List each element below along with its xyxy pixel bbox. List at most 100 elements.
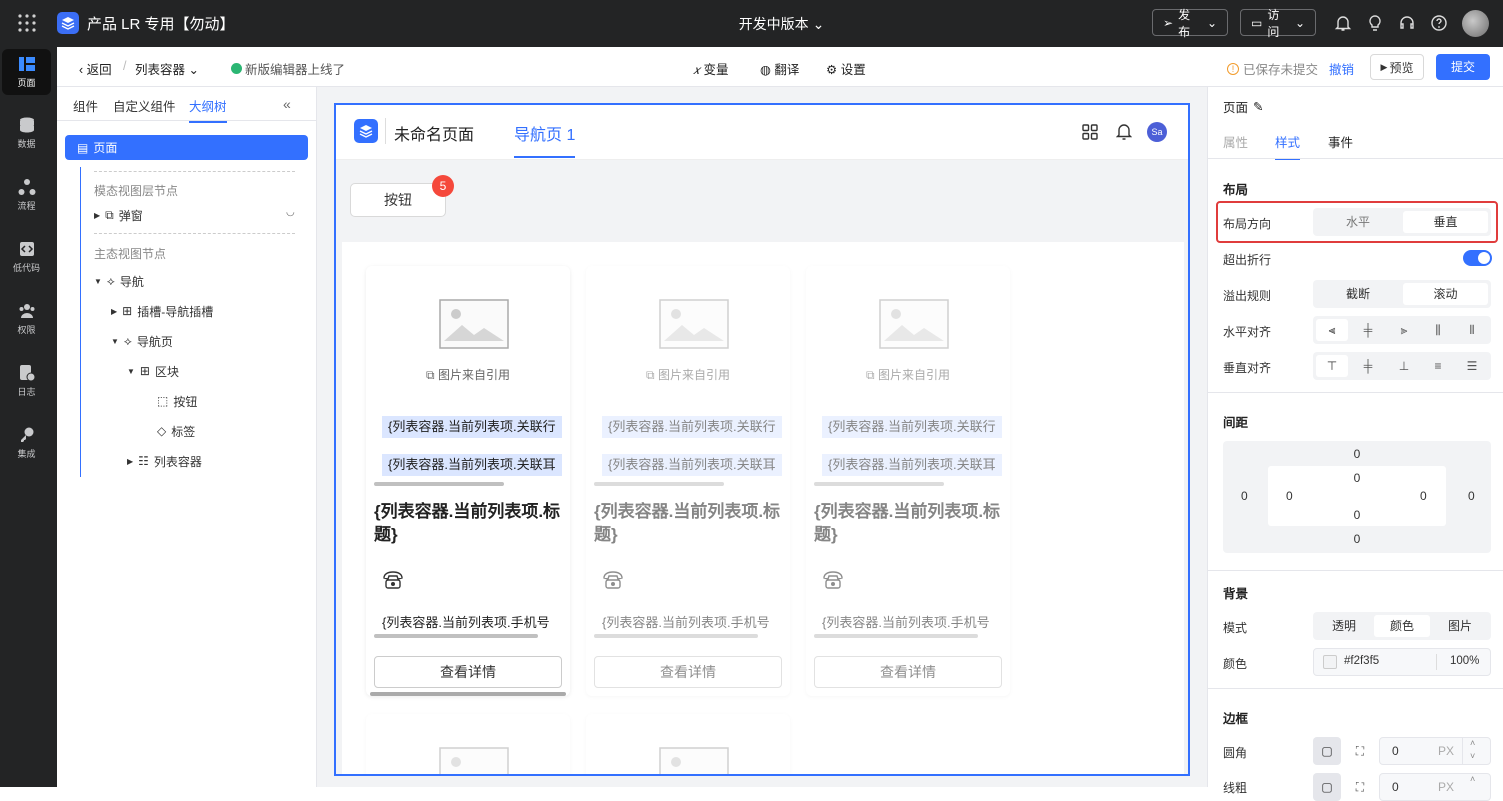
horizontal-scrollbar[interactable] [374, 634, 538, 638]
tree-node-block[interactable]: ▼ ⊞ 区块 [127, 359, 179, 383]
overflow-scroll[interactable]: 滚动 [1403, 283, 1488, 305]
nav-item-lowcode[interactable]: 低代码 [2, 234, 51, 280]
margin-top[interactable]: 0 [1223, 447, 1491, 461]
valign-middle-icon[interactable]: ╪ [1351, 355, 1385, 377]
horizontal-scrollbar[interactable] [594, 634, 758, 638]
horizontal-scrollbar[interactable] [594, 482, 724, 486]
breadcrumb-current[interactable]: 列表容器 ⌄ [135, 59, 199, 78]
radius-input[interactable]: 0 PX ˄ ˅ [1379, 737, 1491, 765]
bg-color-input[interactable]: #f2f3f5 100% [1313, 648, 1491, 676]
tree-node-popup[interactable]: ▶ ⧉ 弹窗 [94, 203, 143, 227]
tree-node-navpage[interactable]: ▼ ⟡ 导航页 [111, 329, 173, 353]
wrap-toggle[interactable] [1463, 250, 1492, 266]
padding-bottom[interactable]: 0 [1268, 508, 1446, 522]
edit-pencil-icon[interactable]: ✎ [1253, 99, 1263, 114]
collapse-panel-icon[interactable]: « [283, 96, 291, 112]
radius-individual-icon[interactable]: ⛶ [1346, 737, 1374, 765]
list-card[interactable] [366, 714, 570, 774]
stroke-individual-icon[interactable]: ⛶ [1346, 773, 1374, 801]
publish-button[interactable]: ➢ 发布 ⌄ [1152, 8, 1228, 39]
stepper-down-icon[interactable]: ˅ [1470, 751, 1475, 761]
halign-space-around-icon[interactable]: ⦀ [1455, 319, 1489, 341]
halign-space-between-icon[interactable]: ⫼ [1421, 319, 1455, 341]
tree-node-nav[interactable]: ▼ ⟡ 导航 [94, 269, 144, 293]
variable-button[interactable]: 𝑥 变量 [693, 59, 728, 78]
padding-left[interactable]: 0 [1286, 489, 1293, 503]
tab-events[interactable]: 事件 [1328, 132, 1353, 151]
tab-outline-tree[interactable]: 大纲树 [189, 96, 227, 123]
list-card[interactable]: ⧉ 图片来自引用 {列表容器.当前列表项.关联行 {列表容器.当前列表项.关联耳… [366, 266, 570, 696]
apps-icon[interactable] [1082, 124, 1098, 140]
bg-mode-image[interactable]: 图片 [1432, 615, 1488, 637]
user-avatar[interactable] [1462, 10, 1489, 37]
visit-button[interactable]: ▭ 访问 ⌄ [1240, 8, 1316, 39]
horizontal-scrollbar[interactable] [814, 482, 944, 486]
padding-top[interactable]: 0 [1268, 471, 1446, 485]
bell-icon[interactable] [1116, 123, 1132, 140]
notification-bell-icon[interactable] [1334, 14, 1352, 32]
bg-mode-transparent[interactable]: 透明 [1316, 615, 1372, 637]
stroke-value[interactable]: 0 [1392, 780, 1399, 794]
overflow-cut[interactable]: 截断 [1316, 283, 1400, 305]
valign-bottom-icon[interactable]: ⊥ [1387, 355, 1421, 377]
tree-node-button[interactable]: ⬚ 按钮 [157, 389, 197, 413]
margin-bottom[interactable]: 0 [1223, 532, 1491, 546]
color-opacity[interactable]: 100% [1450, 655, 1479, 667]
view-details-button[interactable]: 查看详情 [814, 656, 1002, 688]
tab-style[interactable]: 样式 [1275, 132, 1301, 160]
preview-button[interactable]: ▶ 预览 [1370, 54, 1424, 80]
stepper-up-icon[interactable]: ˄ [1470, 774, 1475, 784]
nav-item-permissions[interactable]: 权限 [2, 296, 51, 342]
list-card[interactable]: ⧉ 图片来自引用 {列表容器.当前列表项.关联行 {列表容器.当前列表项.关联耳… [586, 266, 790, 696]
stroke-uniform-icon[interactable]: ▢ [1313, 773, 1341, 801]
translate-button[interactable]: ◍ 翻译 [760, 59, 799, 78]
lightbulb-icon[interactable] [1366, 14, 1384, 32]
horizontal-scrollbar[interactable] [370, 692, 566, 696]
bg-mode-color[interactable]: 颜色 [1374, 615, 1430, 637]
halign-center-icon[interactable]: ╪ [1351, 319, 1385, 341]
halign-end-icon[interactable]: ⫸ [1387, 319, 1421, 341]
nav-item-integration[interactable]: 集成 [2, 420, 51, 466]
page-avatar[interactable]: Sa [1147, 122, 1167, 142]
tree-node-tag[interactable]: ◇ 标签 [157, 419, 195, 443]
horizontal-scrollbar[interactable] [814, 634, 978, 638]
halign-start-icon[interactable]: ⫷ [1316, 319, 1348, 341]
tree-node-slot[interactable]: ▶ ⊞ 插槽-导航插槽 [111, 299, 213, 323]
nav-tab-1[interactable]: 导航页 1 [514, 121, 576, 158]
headset-icon[interactable] [1398, 14, 1416, 32]
nav-item-data[interactable]: 数据 [2, 110, 51, 156]
stroke-input[interactable]: 0 PX ˄ [1379, 773, 1491, 801]
settings-button[interactable]: ⚙ 设置 [826, 59, 866, 78]
nav-item-flow[interactable]: 流程 [2, 172, 51, 218]
help-icon[interactable] [1430, 14, 1448, 32]
tab-custom-components[interactable]: 自定义组件 [113, 96, 176, 115]
list-card[interactable] [586, 714, 790, 774]
tree-node-page[interactable]: ▤ 页面 [65, 135, 308, 160]
tab-properties[interactable]: 属性 [1223, 132, 1248, 151]
direction-horizontal[interactable]: 水平 [1316, 211, 1400, 233]
eye-hidden-icon[interactable]: ◡ [286, 207, 295, 218]
page-frame[interactable]: 未命名页面 导航页 1 Sa 按钮 5 ⧉ 图片来自引用 {列表容器.当前列表项… [334, 103, 1190, 776]
list-card[interactable]: ⧉ 图片来自引用 {列表容器.当前列表项.关联行 {列表容器.当前列表项.关联耳… [806, 266, 1010, 696]
nav-item-pages[interactable]: 页面 [2, 49, 51, 95]
valign-top-icon[interactable]: ⊤ [1316, 355, 1348, 377]
nav-item-logs[interactable]: 日志 [2, 358, 51, 404]
tab-components[interactable]: 组件 [73, 96, 98, 115]
list-container[interactable]: ⧉ 图片来自引用 {列表容器.当前列表项.关联行 {列表容器.当前列表项.关联耳… [342, 242, 1184, 774]
direction-vertical[interactable]: 垂直 [1403, 211, 1488, 233]
back-button[interactable]: ‹ 返回 [79, 59, 112, 78]
tree-node-list[interactable]: ▶ ☷ 列表容器 [127, 449, 202, 473]
margin-right[interactable]: 0 [1468, 489, 1475, 503]
submit-button[interactable]: 提交 [1436, 54, 1490, 80]
margin-left[interactable]: 0 [1241, 489, 1248, 503]
valign-stretch-icon[interactable]: ≡ [1421, 355, 1455, 377]
radius-uniform-icon[interactable]: ▢ [1313, 737, 1341, 765]
view-details-button[interactable]: 查看详情 [594, 656, 782, 688]
valign-baseline-icon[interactable]: ☰ [1455, 355, 1489, 377]
view-details-button[interactable]: 查看详情 [374, 656, 562, 688]
color-swatch[interactable] [1323, 655, 1337, 669]
stepper-up-icon[interactable]: ˄ [1470, 738, 1475, 748]
radius-value[interactable]: 0 [1392, 744, 1399, 758]
new-editor-notice[interactable]: 新版编辑器上线了 [231, 59, 345, 78]
undo-button[interactable]: 撤销 [1329, 59, 1354, 78]
